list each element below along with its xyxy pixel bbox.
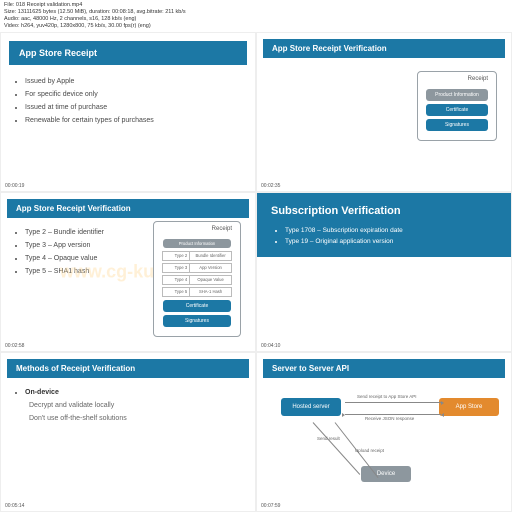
receipt-group-header: Product Information	[163, 239, 232, 248]
receipt-row: Type 3App Version	[162, 263, 232, 273]
receipt-diagram: Receipt Product Information Type 2Bundle…	[153, 221, 241, 338]
file-metadata: File: 018 Receipt validation.mp4 Size: 1…	[0, 0, 512, 32]
receipt-row: Type 5SHA-1 Hash	[162, 287, 232, 297]
timestamp: 00:00:19	[5, 183, 24, 189]
timestamp: 00:02:58	[5, 343, 24, 349]
receipt-section: Signatures	[163, 315, 232, 327]
bullet-strong: On-device	[25, 389, 59, 396]
meta-line: Size: 13111625 bytes (12.50 MiB), durati…	[4, 9, 508, 16]
receipt-section: Certificate	[163, 300, 232, 312]
meta-line: File: 018 Receipt validation.mp4	[4, 2, 508, 9]
bullet: Type 4 – Opaque value	[25, 252, 119, 265]
label-upload: Upload receipt	[355, 448, 384, 453]
timestamp: 00:05:14	[5, 503, 24, 509]
slide-title: App Store Receipt	[9, 41, 247, 65]
receipt-diagram: Receipt Product Information Certificate …	[417, 71, 497, 141]
bullet: For specific device only	[25, 88, 241, 101]
slide-title: Subscription Verification	[271, 205, 497, 217]
receipt-section: Product Information	[426, 89, 488, 101]
bullet: Issued at time of purchase	[25, 101, 241, 114]
node-app-store: App Store	[439, 398, 499, 416]
sub-bullet: Don't use off-the-shelf solutions	[15, 412, 241, 425]
node-device: Device	[361, 466, 411, 482]
receipt-section: Signatures	[426, 119, 488, 131]
receipt-row: Type 2Bundle Identifier	[162, 251, 232, 261]
slide-5: Methods of Receipt Verification On-devic…	[0, 352, 256, 512]
slide-title: App Store Receipt Verification	[7, 199, 249, 218]
bullet: Type 2 – Bundle identifier	[25, 226, 119, 239]
slide-title: Server to Server API	[263, 359, 505, 378]
slide-body: Issued by Apple For specific device only…	[1, 71, 255, 132]
bullet: Type 19 – Original application version	[285, 236, 497, 248]
slide-title: App Store Receipt Verification	[263, 39, 505, 58]
timestamp: 00:07:59	[261, 503, 280, 509]
slide-6: Server to Server API Hosted server App S…	[256, 352, 512, 512]
arrow-send	[345, 402, 441, 403]
slide-body: On-device Decrypt and validate locally D…	[1, 382, 255, 430]
bullet: Renewable for certain types of purchases	[25, 114, 241, 127]
label-send-result: Send result	[317, 436, 340, 441]
slide-body: Type 2 – Bundle identifier Type 3 – App …	[1, 222, 133, 283]
bullet: Issued by Apple	[25, 75, 241, 88]
slide-2: App Store Receipt Verification Receipt P…	[256, 32, 512, 192]
label-receive: Receive JSON response	[365, 416, 414, 421]
slide-title: Methods of Receipt Verification	[7, 359, 249, 378]
slide-4: Subscription Verification Type 1708 – Su…	[256, 192, 512, 352]
arrow-receive	[345, 414, 441, 415]
receipt-label: Receipt	[422, 76, 492, 86]
slide-1: App Store Receipt Issued by Apple For sp…	[0, 32, 256, 192]
slide-header-block: Subscription Verification Type 1708 – Su…	[257, 193, 511, 257]
server-diagram: Hosted server App Store Device Send rece…	[257, 392, 511, 502]
receipt-section: Certificate	[426, 104, 488, 116]
meta-line: Video: h264, yuv420p, 1280x800, 75 kb/s,…	[4, 23, 508, 30]
receipt-label: Receipt	[158, 226, 236, 236]
sub-bullet: Decrypt and validate locally	[15, 399, 241, 412]
arrow-down	[313, 422, 361, 475]
bullet: Type 1708 – Subscription expiration date	[285, 225, 497, 237]
bullet: Type 5 – SHA1 hash	[25, 265, 119, 278]
label-send: Send receipt to App Store API	[357, 394, 417, 399]
bullet: Type 3 – App version	[25, 239, 119, 252]
timestamp: 00:02:35	[261, 183, 280, 189]
receipt-row: Type 4Opaque Value	[162, 275, 232, 285]
node-hosted-server: Hosted server	[281, 398, 341, 416]
slide-grid: App Store Receipt Issued by Apple For sp…	[0, 32, 512, 512]
timestamp: 00:04:10	[261, 343, 280, 349]
slide-3: App Store Receipt Verification Type 2 – …	[0, 192, 256, 352]
meta-line: Audio: aac, 48000 Hz, 2 channels, s16, 1…	[4, 16, 508, 23]
